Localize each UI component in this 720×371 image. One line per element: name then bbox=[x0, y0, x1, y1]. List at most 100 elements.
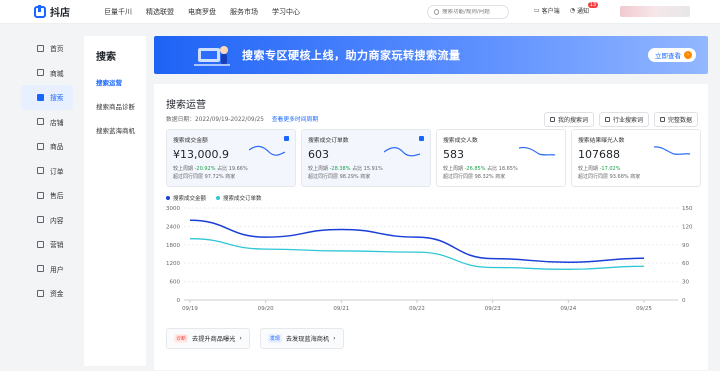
y-tick-label-right: 0 bbox=[682, 298, 686, 304]
home-icon bbox=[37, 44, 44, 52]
kpi-share: 占比 15.91% bbox=[352, 166, 383, 172]
sidebar-item[interactable]: 用户 bbox=[21, 257, 73, 282]
kpi-rank: 超过同行同层 93.68% 商家 bbox=[578, 174, 641, 180]
action-label: 我的搜索词 bbox=[557, 117, 588, 124]
checkbox-icon[interactable] bbox=[419, 136, 424, 141]
date-range: 数据日期：2022/09/19-2022/09/25 查看更多时间周期 bbox=[166, 114, 318, 123]
subnav-item-operation[interactable]: 搜索运营 bbox=[96, 77, 146, 87]
banner-text: 搜索专区硬核上线，助力商家玩转搜索流量 bbox=[242, 49, 461, 62]
sidebar-item[interactable]: 搜索 bbox=[21, 85, 73, 110]
kpi-label: 搜索结果曝光人数 bbox=[578, 138, 625, 144]
top-nav: 巨量千川 精选联盟 电商罗盘 服务市场 学习中心 bbox=[104, 7, 300, 17]
legend-label: 搜索成交订单数 bbox=[223, 196, 262, 202]
keyword-icon bbox=[549, 117, 555, 122]
app-name: 抖店 bbox=[50, 8, 70, 19]
kpi-card[interactable]: 搜索成交人数 583 较上周期 -26.85% 占比 18.65% 超过同行同层 98… bbox=[436, 129, 566, 187]
sidebar-item-label: 订单 bbox=[50, 167, 64, 176]
kpi-rank: 超过同行同层 97.72% 商家 bbox=[173, 174, 236, 180]
full-data-button[interactable]: 完整数据 bbox=[653, 112, 698, 127]
goods-icon bbox=[37, 142, 44, 150]
user-icon bbox=[37, 265, 44, 273]
client-label: 客户端 bbox=[541, 8, 560, 15]
topnav-item[interactable]: 学习中心 bbox=[272, 7, 300, 17]
book-icon bbox=[604, 117, 610, 122]
kpi-card[interactable]: 搜索结果曝光人数 107688 较上周期 -17.02% 超过同行同层 93.68%… bbox=[571, 129, 701, 187]
topnav-item[interactable]: 电商罗盘 bbox=[188, 7, 216, 17]
subnav-item-opportunity[interactable]: 搜索蓝海商机 bbox=[96, 125, 146, 135]
y-tick-label-left: 600 bbox=[170, 280, 181, 286]
notice-label: 通知 bbox=[576, 8, 589, 15]
bell-icon: ◔ bbox=[569, 7, 575, 14]
kpi-card[interactable]: 搜索成交订单数 603 较上周期 -28.38% 占比 15.91% 超过同行同层 9… bbox=[301, 129, 431, 187]
y-tick-label-left: 0 bbox=[177, 298, 181, 304]
kpi-label: 搜索成交人数 bbox=[443, 138, 478, 144]
sidebar-item-label: 用户 bbox=[50, 265, 64, 274]
kpi-rank: 超过同行同层 98.29% 商家 bbox=[308, 174, 371, 180]
search-input[interactable] bbox=[442, 9, 508, 15]
sidebar-item[interactable]: 售后 bbox=[21, 183, 73, 208]
sidebar-item-label: 内容 bbox=[50, 216, 64, 225]
kpi-change-prefix: 较上周期 bbox=[308, 166, 329, 172]
industry-keywords-button[interactable]: 行业搜索词 bbox=[598, 112, 649, 127]
checkbox-icon[interactable] bbox=[284, 136, 289, 141]
kpi-change-value: -17.02% bbox=[599, 166, 621, 172]
sidebar-item[interactable]: 商城 bbox=[21, 61, 73, 86]
arrow-right-icon: › bbox=[684, 51, 692, 59]
sidebar-item[interactable]: 店铺 bbox=[21, 110, 73, 135]
y-tick-label-left: 1200 bbox=[166, 261, 180, 267]
x-tick-label: 09/19 bbox=[182, 306, 198, 312]
y-tick-label-left: 2400 bbox=[166, 224, 180, 230]
kpi-change-prefix: 较上周期 bbox=[173, 166, 194, 172]
legend-item[interactable]: 搜索成交订单数 bbox=[216, 194, 262, 202]
app-logo[interactable]: 抖店 bbox=[34, 4, 104, 19]
sidebar-item[interactable]: 营销 bbox=[21, 232, 73, 257]
banner-button-label: 立即查看 bbox=[655, 52, 681, 60]
action-label: 行业搜索词 bbox=[612, 117, 643, 124]
sparkline bbox=[654, 146, 691, 155]
client-button[interactable]: ▭ 客户端 bbox=[534, 6, 560, 15]
sidebar-item[interactable]: 内容 bbox=[21, 208, 73, 233]
x-tick-label: 09/20 bbox=[258, 306, 274, 312]
chevron-right-icon: › bbox=[333, 335, 336, 342]
sidebar-item[interactable]: 商品 bbox=[21, 134, 73, 159]
banner-view-button[interactable]: 立即查看 › bbox=[648, 48, 696, 62]
marketing-icon bbox=[37, 240, 44, 248]
sidebar-item[interactable]: 首页 bbox=[21, 36, 73, 61]
kpi-change: 较上周期 -28.38% 占比 15.91% bbox=[308, 165, 424, 172]
promo-banner[interactable]: 搜索专区硬核上线，助力商家玩转搜索流量 立即查看 › bbox=[154, 36, 708, 74]
topnav-item[interactable]: 精选联盟 bbox=[146, 7, 174, 17]
tip-find-opportunity[interactable]: 发现 去发现蓝海商机 › bbox=[259, 328, 344, 349]
kpi-change-prefix: 较上周期 bbox=[578, 166, 599, 172]
account-avatar[interactable] bbox=[620, 6, 690, 17]
kpi-card[interactable]: 搜索成交金额 ¥13,000.9 较上周期 -20.92% 占比 19.66% 超过同… bbox=[166, 129, 296, 187]
content-icon bbox=[37, 216, 44, 224]
subnav-item-diagnosis[interactable]: 搜索商品诊断 bbox=[96, 101, 146, 111]
topnav-item[interactable]: 服务市场 bbox=[230, 7, 258, 17]
kpi-change-prefix: 较上周期 bbox=[443, 166, 464, 172]
legend-item[interactable]: 搜索成交金额 bbox=[166, 194, 206, 202]
kpi-change: 较上周期 -17.02% bbox=[578, 165, 694, 172]
top-right-tools: ▭ 客户端 ◔ 通知 13 bbox=[534, 2, 599, 15]
legend-label: 搜索成交金额 bbox=[173, 196, 207, 202]
sparkline bbox=[519, 146, 556, 156]
notice-button[interactable]: ◔ 通知 13 bbox=[569, 2, 599, 15]
x-tick-label: 09/24 bbox=[560, 306, 576, 312]
kpi-row: 搜索成交金额 ¥13,000.9 较上周期 -20.92% 占比 19.66% 超过同… bbox=[166, 129, 701, 187]
sidebar-item[interactable]: 订单 bbox=[21, 159, 73, 184]
data-icon bbox=[659, 117, 665, 122]
main-content: 搜索专区硬核上线，助力商家玩转搜索流量 立即查看 › 搜索运营 数据日期：202… bbox=[154, 36, 708, 370]
shop-icon bbox=[37, 118, 44, 126]
sidebar: 首页 商城 搜索 店铺 商品订单售后内容营销用户资金 bbox=[18, 36, 76, 366]
kpi-label: 搜索成交金额 bbox=[173, 138, 208, 144]
global-search[interactable] bbox=[427, 5, 509, 19]
chart-legend: 搜索成交金额 搜索成交订单数 bbox=[166, 194, 262, 202]
more-period-link[interactable]: 查看更多时间周期 bbox=[272, 117, 318, 123]
date-label: 数据日期：2022/09/19-2022/09/25 bbox=[166, 117, 264, 123]
topnav-item[interactable]: 巨量千川 bbox=[104, 7, 132, 17]
tip-improve-exposure[interactable]: 诊断 去提升商品曝光 › bbox=[166, 328, 250, 349]
my-keywords-button[interactable]: 我的搜索词 bbox=[543, 112, 594, 127]
kpi-change-value: -20.92% bbox=[194, 166, 216, 172]
subnav-title: 搜索 bbox=[96, 52, 116, 63]
tip-text: 去发现蓝海商机 bbox=[285, 336, 330, 343]
sidebar-item[interactable]: 资金 bbox=[21, 281, 73, 306]
